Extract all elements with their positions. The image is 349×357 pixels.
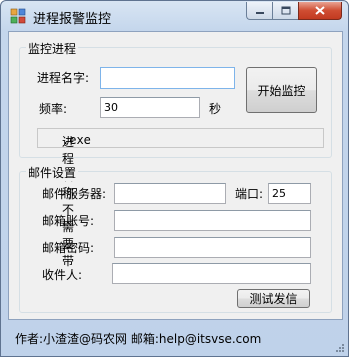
hint-suffix: .exe: [62, 133, 91, 147]
window-controls: [246, 2, 342, 20]
account-input[interactable]: [114, 210, 311, 231]
maximize-button[interactable]: [272, 2, 298, 20]
maximize-icon: [281, 6, 290, 15]
status-bar: 作者:小渣渣@码农网 邮箱:help@itsvse.com: [1, 320, 348, 356]
port-label: 端口:: [235, 187, 264, 201]
recipient-label: 收件人:: [42, 268, 83, 282]
app-window: 进程报警监控 监控进程 进程名字: 开始监控 频率: 30 秒 进程名称不需要带…: [0, 0, 349, 357]
frequency-input[interactable]: 30: [100, 97, 200, 118]
password-label: 邮箱密码:: [42, 241, 95, 255]
process-name-label: 进程名字:: [37, 71, 90, 85]
recipient-input[interactable]: [112, 263, 311, 284]
frequency-unit: 秒: [209, 102, 222, 116]
port-input[interactable]: 25: [268, 183, 311, 204]
close-icon: [315, 6, 325, 15]
minimize-icon: [255, 11, 264, 14]
test-send-button[interactable]: 测试发信: [237, 289, 310, 308]
mail-group-title: 邮件设置: [26, 164, 79, 181]
status-text: 作者:小渣渣@码农网 邮箱:help@itsvse.com: [15, 332, 262, 346]
server-label: 邮件服务器:: [42, 187, 107, 201]
process-name-input[interactable]: [100, 67, 235, 89]
monitor-group-title: 监控进程: [26, 40, 79, 57]
start-monitor-button[interactable]: 开始监控: [246, 67, 317, 113]
password-input[interactable]: [114, 237, 311, 258]
window-title: 进程报警监控: [33, 12, 112, 27]
server-input[interactable]: [114, 183, 226, 204]
frequency-label: 频率:: [39, 102, 68, 116]
title-bar[interactable]: 进程报警监控: [1, 1, 348, 31]
monitor-group: 监控进程 进程名字: 开始监控 频率: 30 秒 进程名称不需要带.exe: [19, 40, 332, 268]
client-area: 监控进程 进程名字: 开始监控 频率: 30 秒 进程名称不需要带.exe 邮件…: [8, 31, 343, 320]
account-label: 邮箱账号:: [42, 214, 95, 228]
close-button[interactable]: [298, 2, 342, 20]
hint-box: 进程名称不需要带.exe: [37, 128, 324, 268]
resize-grip-icon[interactable]: [335, 343, 345, 353]
mail-group: 邮件设置 邮件服务器: 端口: 25 邮箱账号: 邮箱密码: 收件人: 测试发信: [19, 164, 332, 313]
app-grid-icon: [10, 8, 26, 24]
minimize-button[interactable]: [246, 2, 272, 20]
